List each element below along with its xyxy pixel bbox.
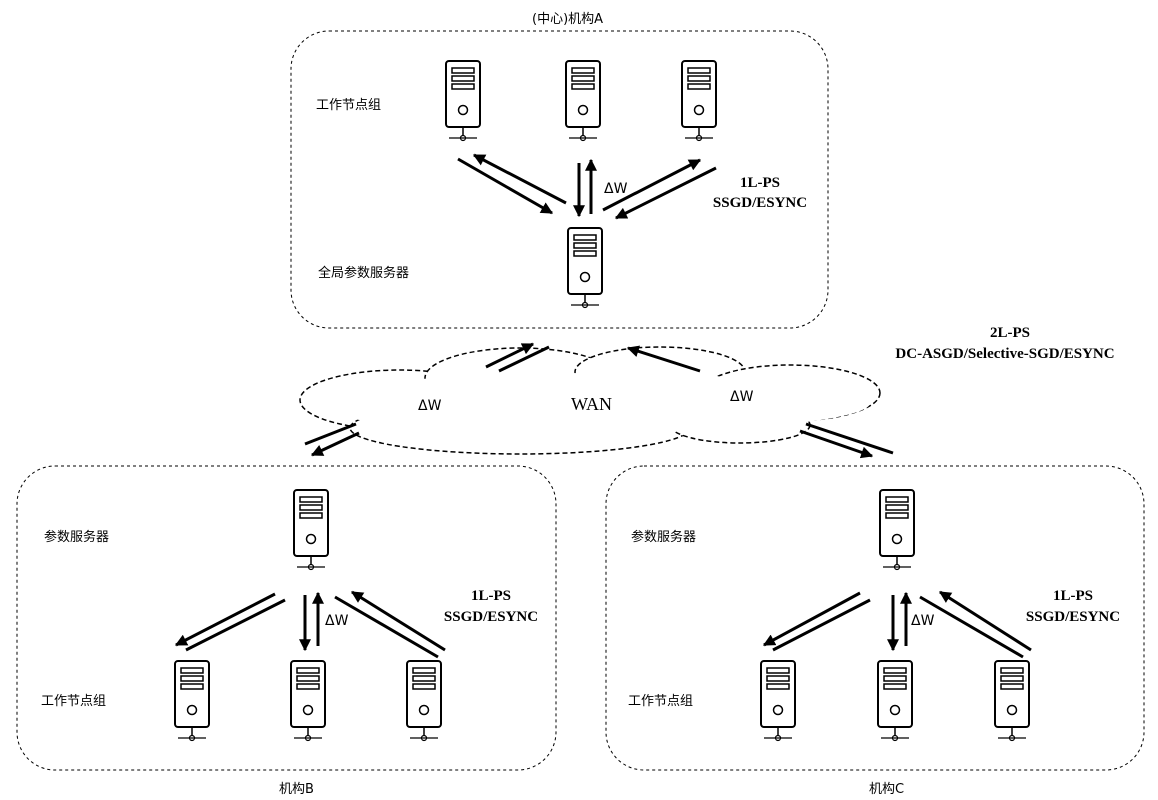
org-b-worker-group-label: 工作节点组 — [41, 694, 107, 709]
wan-label: WAN — [571, 394, 612, 414]
arrow-icon — [185, 598, 286, 652]
org-b-ps-label: 参数服务器 — [44, 530, 110, 545]
org-a-arrows — [457, 153, 717, 220]
arrow-icon — [762, 591, 861, 647]
org-c-worker-2-server-icon — [877, 660, 913, 742]
org-b-worker-1-server-icon — [174, 660, 210, 742]
arrow-icon — [310, 431, 360, 457]
org-c-protocol-line1: 1L-PS — [1052, 588, 1093, 604]
org-b-arrows — [174, 590, 446, 659]
arrow-icon — [334, 595, 439, 659]
wan-delta-left: ΔW — [418, 398, 442, 414]
org-c-arrows — [762, 590, 1032, 659]
org-c-ps-label: 参数服务器 — [631, 530, 697, 545]
wan-protocol-line2: DC-ASGD/Selective-SGD/ESYNC — [895, 346, 1115, 362]
org-b-protocol-line2: SSGD/ESYNC — [443, 609, 539, 625]
org-a-delta-label: ΔW — [604, 181, 628, 197]
org-a-title: (中心)机构A — [532, 12, 604, 27]
org-b-ps-server-icon — [293, 489, 329, 571]
org-c-worker-3-server-icon — [994, 660, 1030, 742]
arrow-icon — [304, 422, 357, 446]
org-a-ps-server-icon — [567, 227, 603, 309]
org-b-worker-3-server-icon — [406, 660, 442, 742]
org-a-protocol-line2: SSGD/ESYNC — [712, 195, 808, 211]
arrow-icon — [772, 598, 871, 652]
arrow-icon — [457, 157, 554, 215]
arrow-icon — [174, 592, 276, 647]
org-a-worker-3-server-icon — [681, 60, 717, 142]
org-c-worker-group-label: 工作节点组 — [628, 694, 694, 709]
wan-protocol-line1: 2L-PS — [989, 325, 1030, 341]
org-b-worker-2-server-icon — [290, 660, 326, 742]
org-a-worker-1-server-icon — [445, 60, 481, 142]
org-a-protocol-line1: 1L-PS — [739, 175, 780, 191]
org-a-worker-group-label: 工作节点组 — [316, 98, 382, 113]
org-c-protocol-line2: SSGD/ESYNC — [1025, 609, 1121, 625]
org-c-ps-server-icon — [879, 489, 915, 571]
org-b-protocol-line1: 1L-PS — [470, 588, 511, 604]
org-c-delta-label: ΔW — [911, 613, 935, 629]
org-b-delta-label: ΔW — [325, 613, 349, 629]
arrow-icon — [919, 595, 1024, 659]
wan-delta-right: ΔW — [730, 389, 754, 405]
org-b-title: 机构B — [279, 782, 314, 797]
org-a-ps-label: 全局参数服务器 — [318, 266, 410, 281]
org-c-worker-1-server-icon — [760, 660, 796, 742]
org-c-title: 机构C — [869, 782, 905, 797]
org-a-worker-2-server-icon — [565, 60, 601, 142]
